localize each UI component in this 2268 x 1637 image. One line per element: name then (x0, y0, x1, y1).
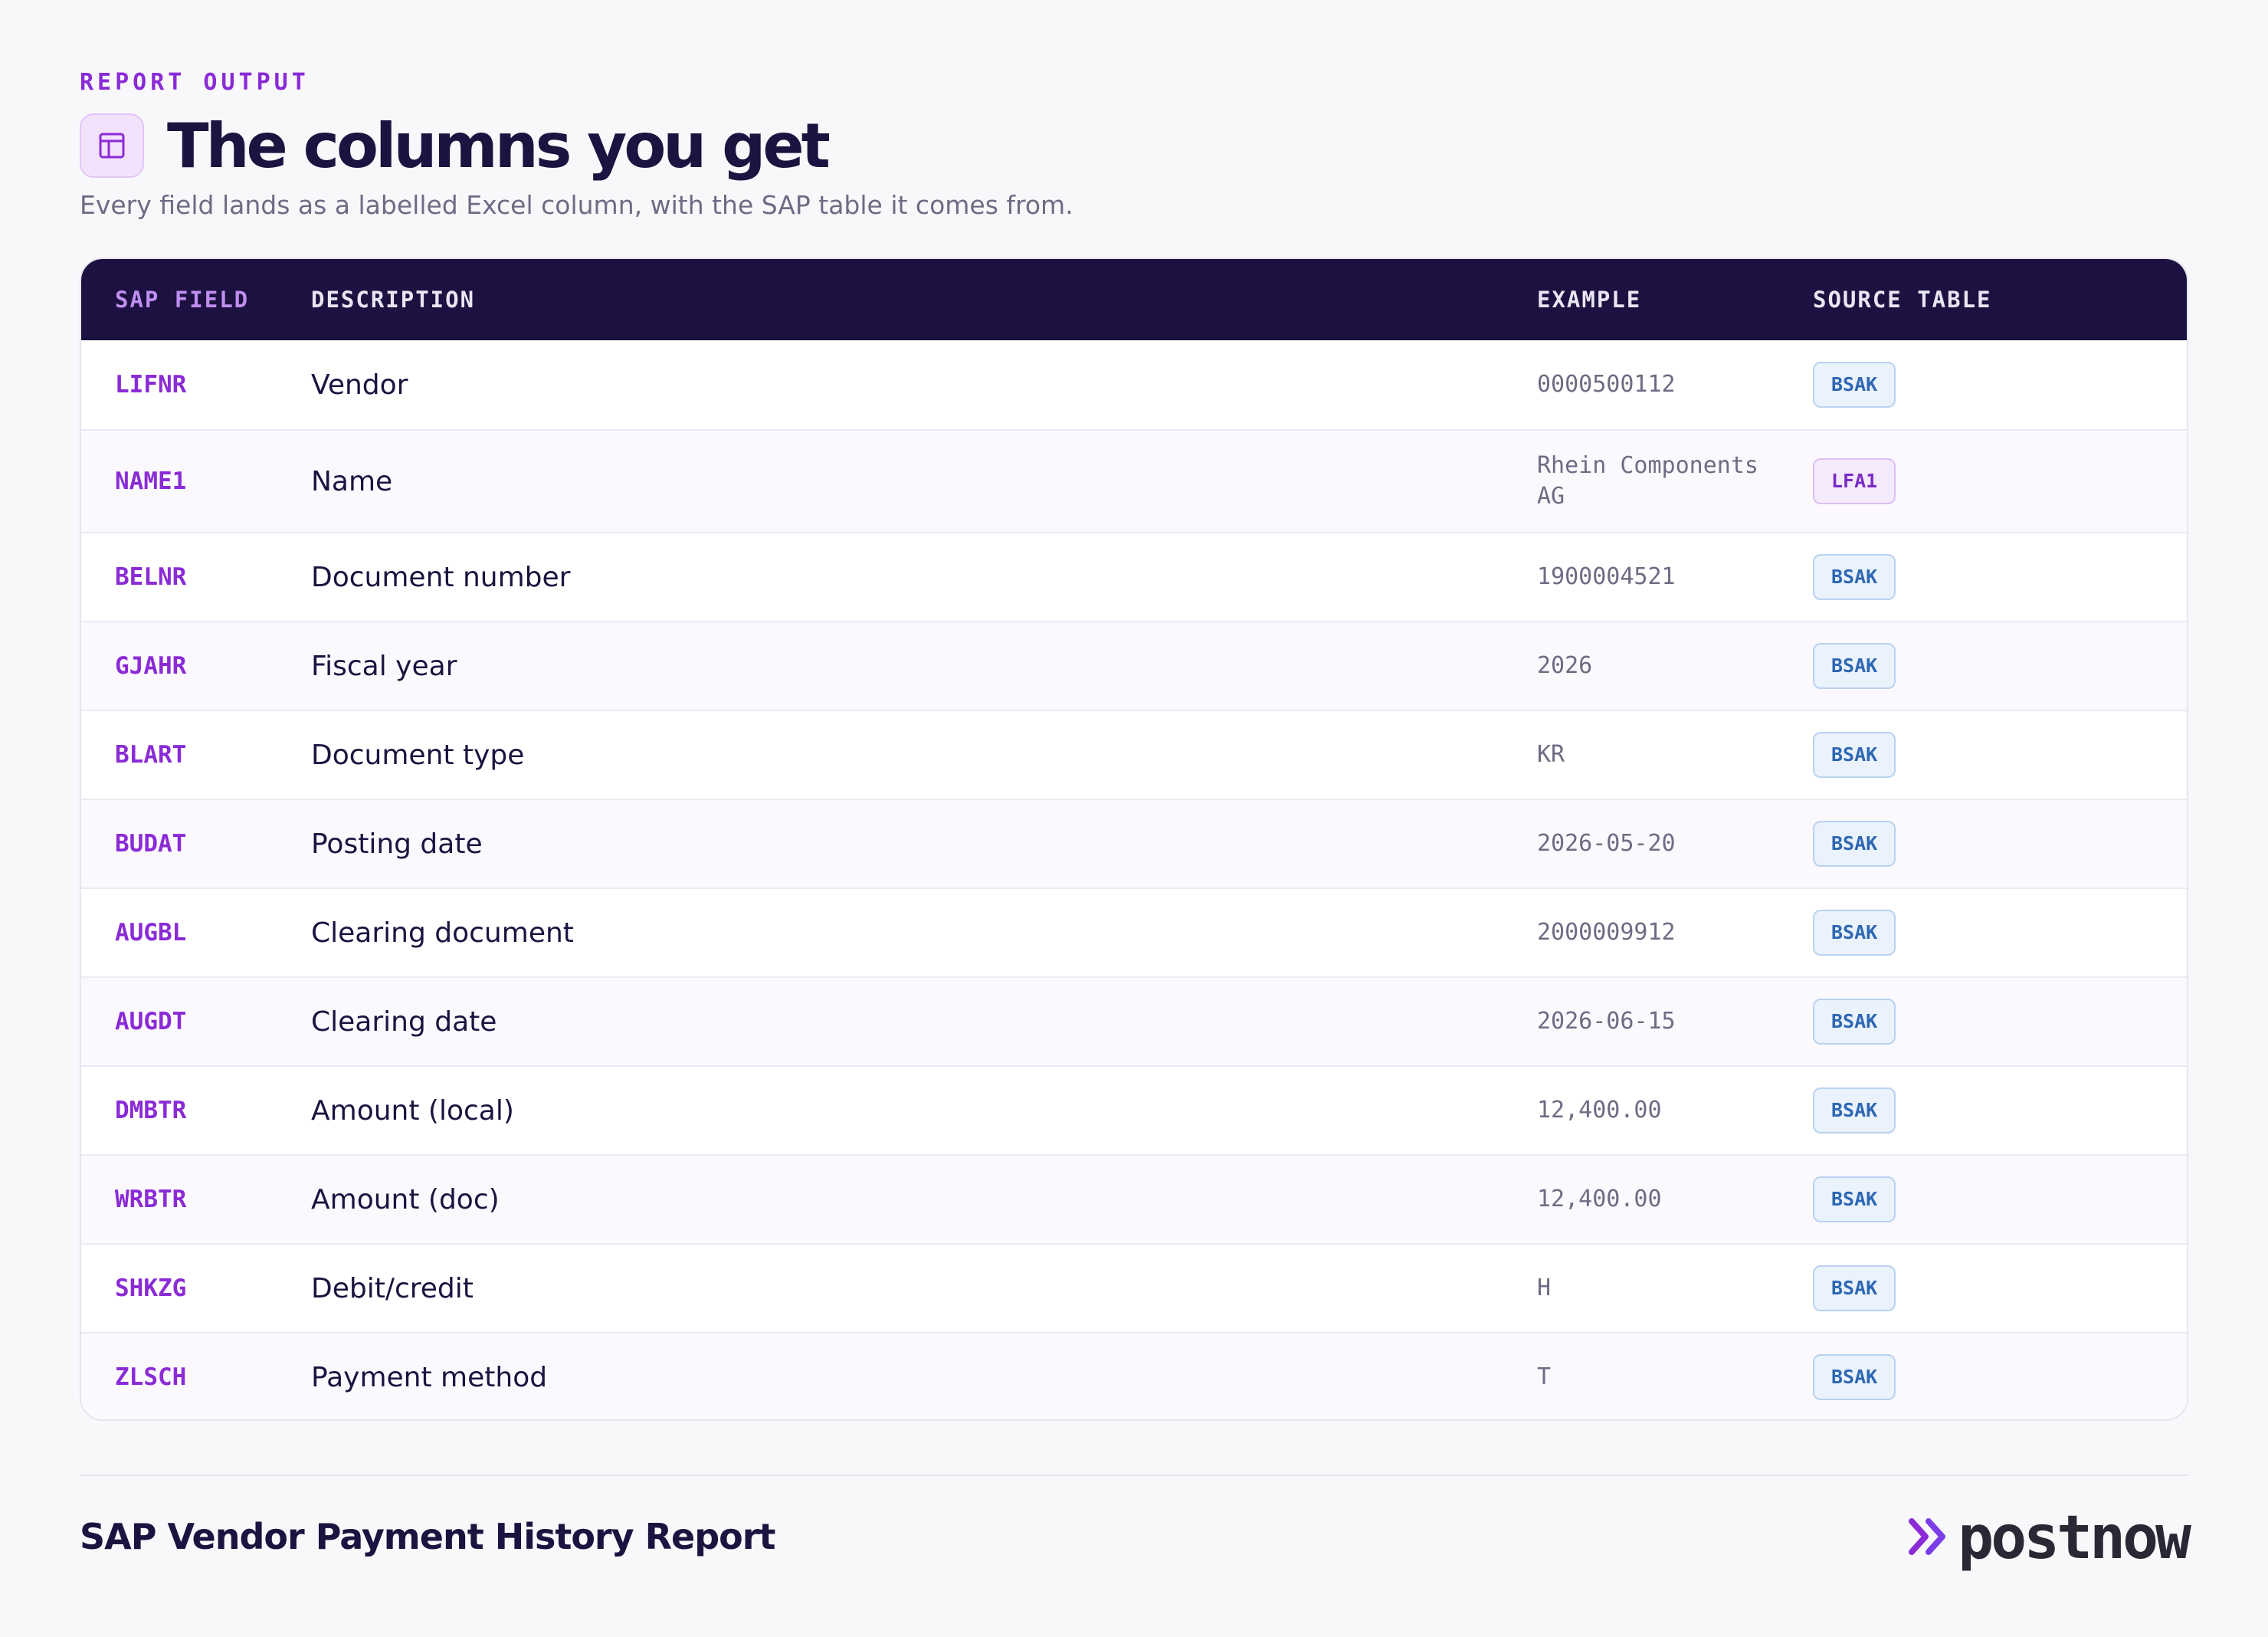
source-table-badge: BSAK (1813, 643, 1896, 689)
field-example: H (1537, 1274, 1552, 1301)
table-row: AUGDT Clearing date 2026-06-15 BSAK (81, 976, 2187, 1065)
field-description: Name (311, 465, 393, 497)
table-row: BLART Document type KR BSAK (81, 710, 2187, 799)
table-layout-icon (80, 113, 144, 178)
field-example: T (1537, 1363, 1552, 1390)
field-description: Fiscal year (311, 650, 457, 682)
table-row: NAME1 Name Rhein Components AG LFA1 (81, 429, 2187, 532)
table-row: WRBTR Amount (doc) 12,400.00 BSAK (81, 1154, 2187, 1243)
footer-divider (80, 1475, 2188, 1476)
sap-field-code: WRBTR (115, 1186, 187, 1213)
field-example: KR (1537, 741, 1565, 768)
field-example: 2026-05-20 (1537, 830, 1676, 857)
sap-field-code: BLART (115, 741, 187, 769)
table-body: LIFNR Vendor 0000500112 BSAK NAME1 Name Rhein … (81, 340, 2187, 1419)
table-header: SAP FIELD DESCRIPTION EXAMPLE SOURCE TAB… (81, 259, 2187, 340)
footer-report-title: SAP Vendor Payment History Report (80, 1516, 775, 1557)
field-description: Posting date (311, 828, 483, 860)
source-table-badge: BSAK (1813, 554, 1896, 600)
field-example: 12,400.00 (1537, 1186, 1662, 1212)
field-example: 0000500112 (1537, 371, 1676, 398)
sap-field-code: AUGBL (115, 919, 187, 946)
section-eyebrow: REPORT OUTPUT (80, 69, 310, 96)
source-table-badge: BSAK (1813, 1265, 1896, 1311)
source-table-badge: BSAK (1813, 1088, 1896, 1133)
source-table-badge: BSAK (1813, 821, 1896, 867)
sap-field-code: LIFNR (115, 371, 187, 399)
field-description: Vendor (311, 369, 408, 401)
field-description: Document number (311, 561, 571, 593)
field-description: Payment method (311, 1361, 548, 1393)
field-example: 12,400.00 (1537, 1097, 1662, 1124)
title-row: The columns you get (80, 109, 831, 182)
field-description: Clearing document (311, 917, 574, 949)
source-table-badge: BSAK (1813, 1354, 1896, 1400)
source-table-badge: BSAK (1813, 999, 1896, 1045)
source-table-badge: BSAK (1813, 910, 1896, 956)
field-example: Rhein Components AG (1537, 452, 1758, 510)
sap-field-code: AUGDT (115, 1008, 187, 1035)
column-header-description: DESCRIPTION (311, 287, 476, 313)
field-example: 2000009912 (1537, 919, 1676, 946)
columns-table: SAP FIELD DESCRIPTION EXAMPLE SOURCE TAB… (80, 258, 2188, 1421)
field-example: 1900004521 (1537, 563, 1676, 590)
sap-field-code: SHKZG (115, 1274, 187, 1302)
field-description: Amount (doc) (311, 1183, 500, 1215)
field-description: Document type (311, 739, 525, 771)
table-row: DMBTR Amount (local) 12,400.00 BSAK (81, 1065, 2187, 1154)
source-table-badge: BSAK (1813, 732, 1896, 778)
table-row: SHKZG Debit/credit H BSAK (81, 1243, 2187, 1332)
source-table-badge: BSAK (1813, 362, 1896, 408)
field-description: Amount (local) (311, 1094, 514, 1127)
column-header-example: EXAMPLE (1537, 287, 1642, 313)
brand-name: postnow (1958, 1504, 2191, 1573)
report-page: REPORT OUTPUT The columns you get Every … (80, 0, 2191, 1637)
table-row: LIFNR Vendor 0000500112 BSAK (81, 340, 2187, 429)
source-table-badge: BSAK (1813, 1176, 1896, 1222)
table-row: BELNR Document number 1900004521 BSAK (81, 532, 2187, 621)
page-title: The columns you get (167, 110, 831, 182)
field-description: Clearing date (311, 1005, 497, 1038)
field-example: 2026 (1537, 652, 1593, 679)
column-header-sap-field: SAP FIELD (115, 287, 250, 313)
field-description: Debit/credit (311, 1272, 474, 1304)
sap-field-code: GJAHR (115, 652, 187, 680)
sap-field-code: DMBTR (115, 1097, 187, 1124)
sap-field-code: NAME1 (115, 467, 187, 495)
page-subtitle: Every field lands as a labelled Excel co… (80, 190, 1073, 220)
table-row: BUDAT Posting date 2026-05-20 BSAK (81, 799, 2187, 887)
brand-logo: postnow (1907, 1504, 2191, 1573)
sap-field-code: BELNR (115, 563, 187, 591)
table-row: GJAHR Fiscal year 2026 BSAK (81, 621, 2187, 710)
source-table-badge: LFA1 (1813, 458, 1896, 504)
field-example: 2026-06-15 (1537, 1008, 1676, 1035)
column-header-source-table: SOURCE TABLE (1813, 287, 1992, 313)
double-chevron-right-icon (1907, 1514, 1953, 1563)
table-row: AUGBL Clearing document 2000009912 BSAK (81, 887, 2187, 976)
table-row: ZLSCH Payment method T BSAK (81, 1332, 2187, 1419)
sap-field-code: ZLSCH (115, 1363, 187, 1391)
sap-field-code: BUDAT (115, 830, 187, 858)
